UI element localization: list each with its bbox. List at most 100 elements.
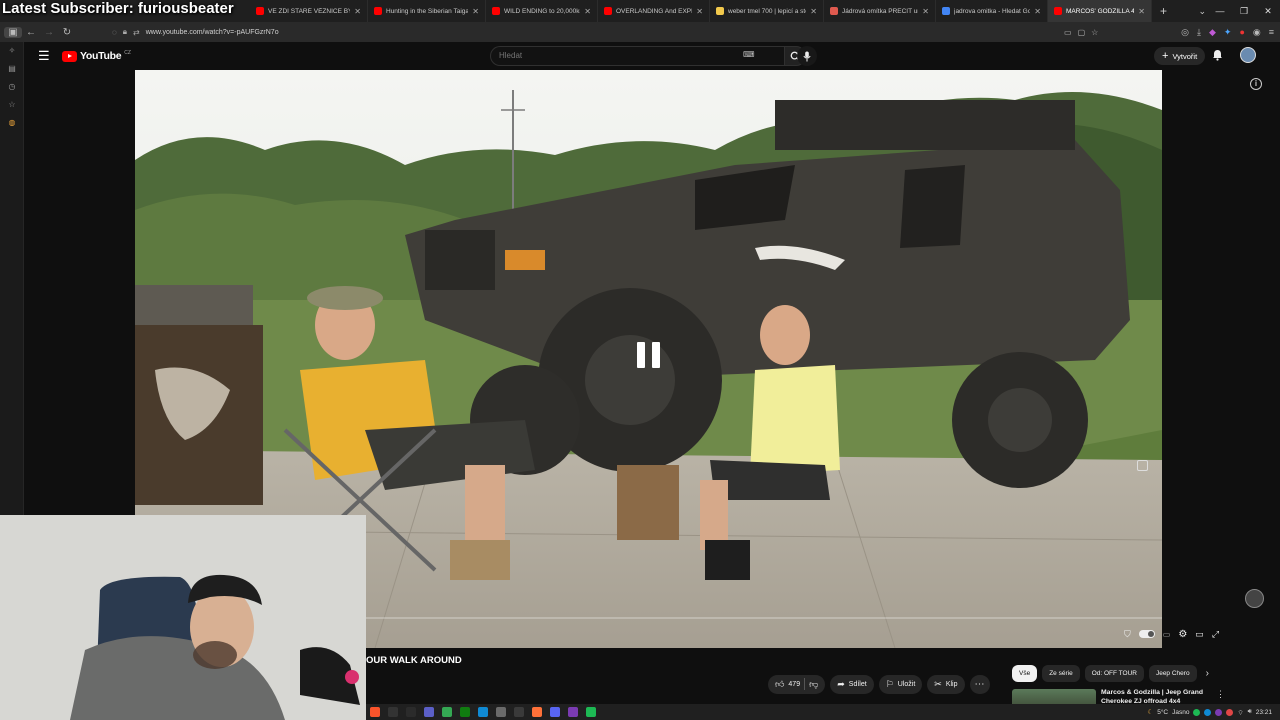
app-3-icon[interactable] [496, 707, 506, 717]
cast-icon[interactable]: ▭ [1064, 28, 1072, 37]
close-window-button[interactable]: ✕ [1256, 0, 1280, 22]
site-settings-icon[interactable]: ⇄ [133, 28, 140, 37]
url-field[interactable]: ◌ 🔒︎ ⇄ www.youtube.com/watch?v=-pAUFGzrN… [112, 27, 279, 37]
tab-close-icon[interactable]: ✕ [810, 7, 817, 16]
chip-channel[interactable]: Od: OFF TOUR [1084, 664, 1144, 682]
settings-icon[interactable]: ⚙ [1178, 629, 1187, 640]
sidebar-toggle-icon[interactable]: ▣ [4, 26, 22, 38]
volume-icon[interactable]: 🔊︎ [1248, 708, 1252, 716]
history-icon[interactable]: ◷ [0, 78, 24, 96]
voice-search-button[interactable] [797, 46, 817, 66]
bookmarks-icon[interactable]: ☆ [0, 96, 24, 114]
more-actions-button[interactable]: ⋯ [969, 674, 990, 694]
app-2-icon[interactable] [406, 707, 416, 717]
tab-search-icon[interactable]: ⌄ [1198, 0, 1206, 22]
browser-tab[interactable]: MARCOS' GODZILLA 4x4 1 ✕ [1048, 0, 1152, 22]
fullscreen-icon[interactable]: ⤢ [1212, 629, 1219, 640]
expand-icon[interactable] [1137, 460, 1148, 471]
account-avatar[interactable] [1240, 47, 1256, 63]
youtube-play-icon [62, 50, 77, 62]
chip-topic[interactable]: Jeep Chero [1148, 664, 1197, 682]
pause-icon[interactable] [635, 340, 663, 370]
create-button[interactable]: + Vytvořit [1154, 47, 1206, 65]
browser-tab[interactable]: weber tmel 700 | lepicí a stěrko ✕ [710, 0, 824, 22]
chip-all[interactable]: Vše [1012, 664, 1038, 682]
chip-series[interactable]: Ze série [1042, 664, 1080, 682]
info-icon[interactable]: i [1250, 78, 1262, 90]
browser-tab[interactable]: jadrova omitka - Hledat Googlem ✕ [936, 0, 1048, 22]
webcam-overlay [0, 515, 366, 720]
bookmark-star-icon[interactable]: ☆ [1091, 28, 1098, 37]
theater-mode-icon[interactable]: ▭ [1195, 629, 1204, 640]
browser-tab[interactable]: Jádrová omítka PRECIT univerzá ✕ [824, 0, 936, 22]
wallet-icon[interactable]: ◍ [0, 114, 24, 132]
reading-list-icon[interactable]: ▤ [0, 60, 24, 78]
spotify-icon[interactable] [586, 707, 596, 717]
maximize-button[interactable]: ❐ [1232, 0, 1256, 22]
menu-icon[interactable]: ≡ [1269, 27, 1274, 37]
tray-app-icon[interactable] [1193, 708, 1201, 716]
download-icon[interactable]: ⤓ [1197, 27, 1201, 38]
save-button[interactable]: ⚐ Uložit [878, 674, 923, 694]
profile-icon[interactable]: ◉ [1253, 27, 1261, 38]
autoplay-toggle[interactable] [1138, 630, 1155, 638]
browser-tab[interactable]: OVERLANDING And EXPLORIN ✕ [598, 0, 710, 22]
pip-icon[interactable]: ▢ [1078, 28, 1086, 37]
tab-close-icon[interactable]: ✕ [696, 7, 703, 16]
youtube-logo[interactable]: YouTube CZ [62, 50, 131, 62]
extension-1-icon[interactable]: ◆ [1209, 27, 1216, 38]
firefox-icon[interactable] [532, 707, 542, 717]
extension-3-icon[interactable]: ● [1239, 27, 1244, 37]
app-4-icon[interactable] [568, 707, 578, 717]
tab-close-icon[interactable]: ✕ [584, 7, 591, 16]
ai-icon[interactable]: ✧ [0, 42, 24, 60]
brave-icon[interactable] [370, 707, 380, 717]
share-button[interactable]: ➦ Sdílet [830, 674, 874, 694]
obs-icon[interactable] [514, 707, 524, 717]
dislike-button[interactable]: 👎︎ [809, 679, 818, 690]
guide-menu-icon[interactable]: ☰ [38, 48, 50, 64]
xbox-icon[interactable] [460, 707, 470, 717]
new-tab-button[interactable]: + [1152, 4, 1175, 18]
chrome-icon[interactable] [442, 707, 452, 717]
clip-button[interactable]: ✂ Klip [927, 674, 965, 694]
profile-bubble-icon[interactable] [1245, 589, 1264, 608]
like-button[interactable]: 👍︎ 479 [775, 679, 800, 690]
search-input[interactable] [499, 51, 739, 60]
teams-icon[interactable] [424, 707, 434, 717]
reload-icon[interactable]: ↻ [58, 27, 76, 38]
keyboard-icon[interactable]: ⌨ [743, 50, 755, 59]
back-icon[interactable]: ← [22, 27, 40, 38]
clip-label: Klip [945, 680, 958, 688]
tab-close-icon[interactable]: ✕ [922, 7, 929, 16]
tray-app-icon[interactable] [1215, 708, 1223, 716]
ad-block-icon[interactable]: ⛉ [1124, 629, 1131, 640]
browser-tab[interactable]: VE ZDI STARÉ VĚZNICE BYLA DĚ ✕ [250, 0, 368, 22]
wifi-icon[interactable]: ⌔ [1237, 708, 1243, 717]
chevron-right-icon[interactable]: › [1206, 668, 1209, 679]
tab-label: Hunting in the Siberian Taiga: Y [386, 7, 469, 15]
extension-2-icon[interactable]: ✦ [1224, 27, 1232, 38]
browser-tab[interactable]: WILD ENDING to 20,000km Fro ✕ [486, 0, 598, 22]
minimize-button[interactable]: — [1208, 0, 1232, 22]
vpn-icon[interactable]: ◎ [1181, 27, 1189, 38]
clock-time[interactable]: 23:21 [1256, 709, 1272, 716]
tab-close-icon[interactable]: ✕ [1034, 7, 1041, 16]
app-1-icon[interactable] [388, 707, 398, 717]
lock-icon[interactable]: 🔒︎ [123, 27, 127, 37]
shield-icon[interactable]: ◌ [112, 28, 117, 37]
tray-app-icon[interactable] [1204, 708, 1212, 716]
weather-text: Jasno [1172, 708, 1190, 716]
discord-icon[interactable] [550, 707, 560, 717]
tab-close-icon[interactable]: ✕ [1138, 7, 1145, 16]
notifications-button[interactable] [1212, 48, 1223, 66]
subtitles-icon[interactable]: ▭ [1163, 630, 1171, 639]
tab-favicon-icon [830, 7, 838, 15]
forward-icon[interactable]: → [40, 27, 58, 38]
browser-tab[interactable]: Hunting in the Siberian Taiga: Y ✕ [368, 0, 486, 22]
tab-close-icon[interactable]: ✕ [472, 7, 479, 16]
tab-close-icon[interactable]: ✕ [354, 7, 361, 16]
logo-text: YouTube [80, 50, 122, 62]
edge-icon[interactable] [478, 707, 488, 717]
tray-app-icon[interactable] [1226, 708, 1234, 716]
